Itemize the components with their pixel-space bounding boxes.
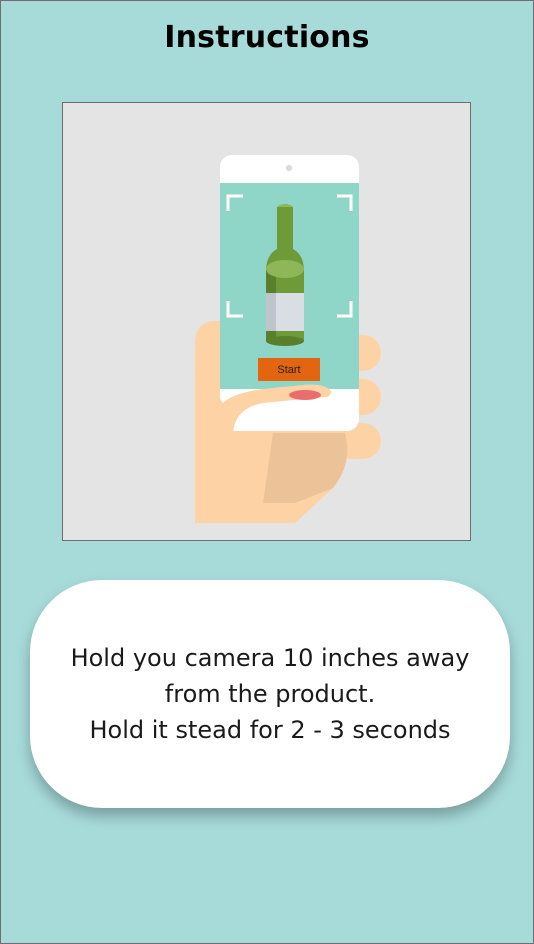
start-button-label: Start: [277, 364, 300, 376]
thumbnail: [289, 390, 321, 400]
instruction-line-2: from the product.: [164, 680, 376, 708]
instruction-line-1: Hold you camera 10 inches away: [70, 644, 470, 672]
instruction-card: Hold you camera 10 inches away from the …: [30, 580, 510, 808]
instruction-illustration: Start: [62, 102, 471, 541]
instruction-line-3: Hold it stead for 2 - 3 seconds: [89, 716, 451, 744]
phone-camera-dot: [285, 164, 293, 172]
phone-scanning-bottle-illustration: Start: [195, 155, 381, 523]
page-title: Instructions: [164, 20, 370, 55]
